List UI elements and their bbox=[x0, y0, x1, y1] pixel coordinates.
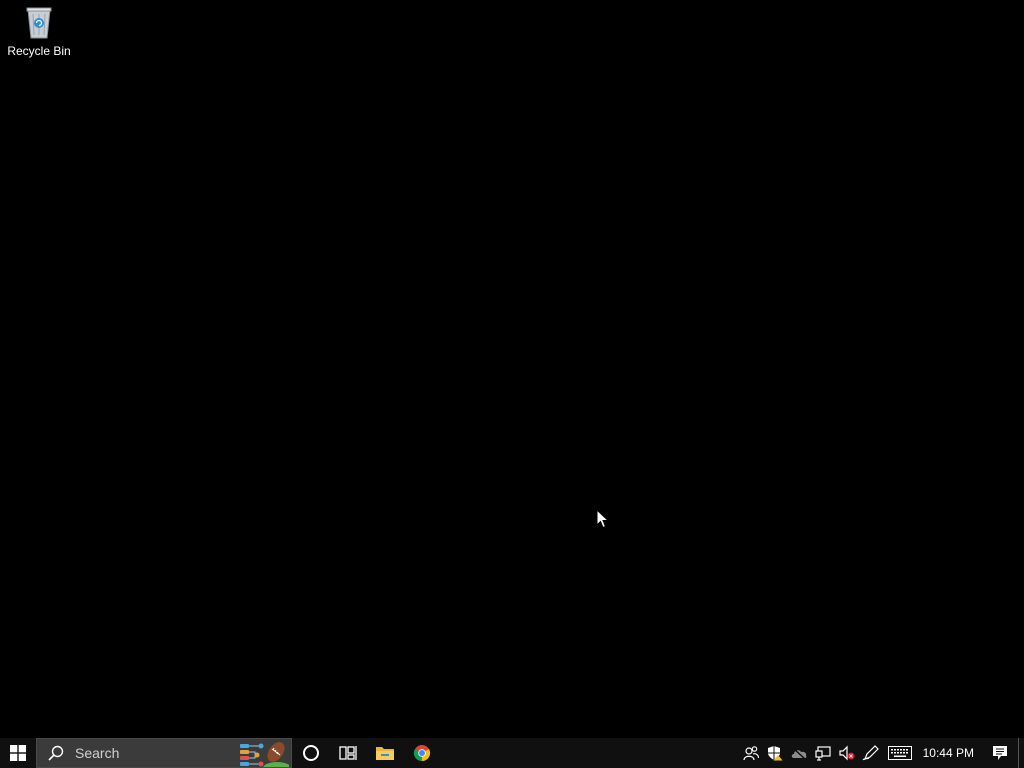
onedrive-cloud-icon bbox=[791, 747, 807, 760]
chrome-button[interactable] bbox=[403, 738, 440, 768]
pen-workspace-button[interactable] bbox=[859, 738, 883, 768]
desktop[interactable]: Recycle Bin bbox=[0, 0, 1024, 738]
search-highlight-football-icon[interactable] bbox=[237, 740, 289, 768]
volume-button[interactable] bbox=[835, 738, 859, 768]
file-explorer-button[interactable] bbox=[366, 738, 403, 768]
search-icon bbox=[48, 745, 64, 761]
security-button[interactable] bbox=[763, 738, 787, 768]
recycle-bin-icon bbox=[26, 7, 52, 39]
security-shield-icon bbox=[767, 746, 783, 761]
network-icon bbox=[815, 746, 831, 761]
clock[interactable]: 10:44 PM bbox=[917, 746, 982, 760]
system-tray: 10:44 PM bbox=[739, 738, 1024, 768]
touch-keyboard-button[interactable] bbox=[883, 738, 917, 768]
windows-logo-icon bbox=[10, 745, 26, 761]
cortana-circle-icon bbox=[302, 745, 319, 761]
people-button[interactable] bbox=[739, 738, 763, 768]
volume-muted-icon bbox=[839, 745, 855, 761]
search-input[interactable]: Search bbox=[75, 745, 119, 761]
onedrive-button[interactable] bbox=[787, 738, 811, 768]
task-view-icon bbox=[338, 746, 357, 760]
task-view-button[interactable] bbox=[329, 738, 366, 768]
action-center-button[interactable] bbox=[982, 738, 1018, 768]
show-desktop-button[interactable] bbox=[1018, 738, 1024, 768]
desktop-icon-recycle-bin[interactable]: Recycle Bin bbox=[4, 4, 74, 62]
pen-workspace-icon bbox=[862, 745, 879, 761]
file-explorer-icon bbox=[375, 747, 394, 760]
action-center-icon bbox=[993, 746, 1007, 760]
mouse-cursor-icon bbox=[596, 509, 610, 529]
network-button[interactable] bbox=[811, 738, 835, 768]
start-button[interactable] bbox=[0, 738, 36, 768]
people-icon bbox=[743, 746, 759, 761]
desktop-icon-label: Recycle Bin bbox=[7, 44, 71, 58]
chrome-icon bbox=[413, 745, 430, 762]
taskbar: Search 10:44 PM bbox=[0, 738, 1024, 768]
cortana-button[interactable] bbox=[292, 738, 329, 768]
search-box[interactable]: Search bbox=[36, 738, 292, 768]
touch-keyboard-icon bbox=[887, 746, 912, 760]
